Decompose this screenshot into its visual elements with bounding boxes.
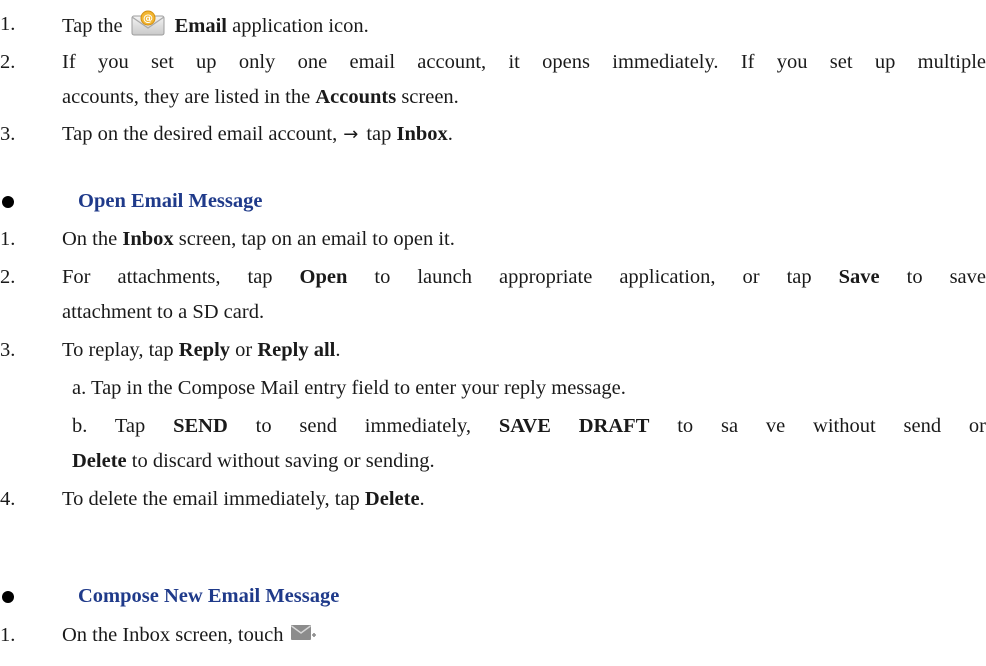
save-label: Save xyxy=(838,266,880,288)
save-draft-label: SAVE DRAFT xyxy=(498,415,650,437)
step-text-continued: accounts, they are listed in the Account… xyxy=(62,86,459,108)
step-number: 2. xyxy=(0,51,16,73)
step-text: For attachments, tap Open to launch appr… xyxy=(62,266,986,288)
reply-all-label: Reply all xyxy=(257,339,336,361)
step-text: Tap the xyxy=(62,15,123,37)
step-text: If you set up only one email account, it… xyxy=(62,51,986,73)
bullet-icon xyxy=(2,591,14,603)
step-number: 1. xyxy=(0,624,16,646)
step-number: 1. xyxy=(0,13,16,35)
sub-step-b-continued: Delete to discard without saving or send… xyxy=(72,450,435,472)
sub-step-a: a. Tap in the Compose Mail entry field t… xyxy=(72,377,626,399)
bullet-icon xyxy=(2,196,14,208)
step-number: 2. xyxy=(0,266,16,288)
step-number: 3. xyxy=(0,123,16,145)
compose-mail-icon xyxy=(291,623,317,643)
inbox-label: Inbox xyxy=(396,123,448,145)
inbox-label: Inbox xyxy=(122,228,174,250)
delete-label: Delete xyxy=(72,450,127,472)
sub-step-b: b. Tap SEND to send immediately, SAVE DR… xyxy=(72,415,986,437)
section-title: Open Email Message xyxy=(78,190,263,212)
step-number: 1. xyxy=(0,228,16,250)
step-number: 4. xyxy=(0,488,16,510)
email-label: Email xyxy=(174,15,228,37)
section-title: Compose New Email Message xyxy=(78,585,340,607)
open-label: Open xyxy=(299,266,348,288)
accounts-label: Accounts xyxy=(315,86,397,108)
reply-label: Reply xyxy=(178,339,231,361)
step-number: 3. xyxy=(0,339,16,361)
step-text-continued: attachment to a SD card. xyxy=(62,301,265,323)
arrow-right-icon: → xyxy=(343,124,359,145)
delete-label: Delete xyxy=(364,488,420,510)
email-app-icon: @ xyxy=(131,10,165,36)
send-label: SEND xyxy=(173,415,228,437)
svg-text:@: @ xyxy=(143,14,153,25)
